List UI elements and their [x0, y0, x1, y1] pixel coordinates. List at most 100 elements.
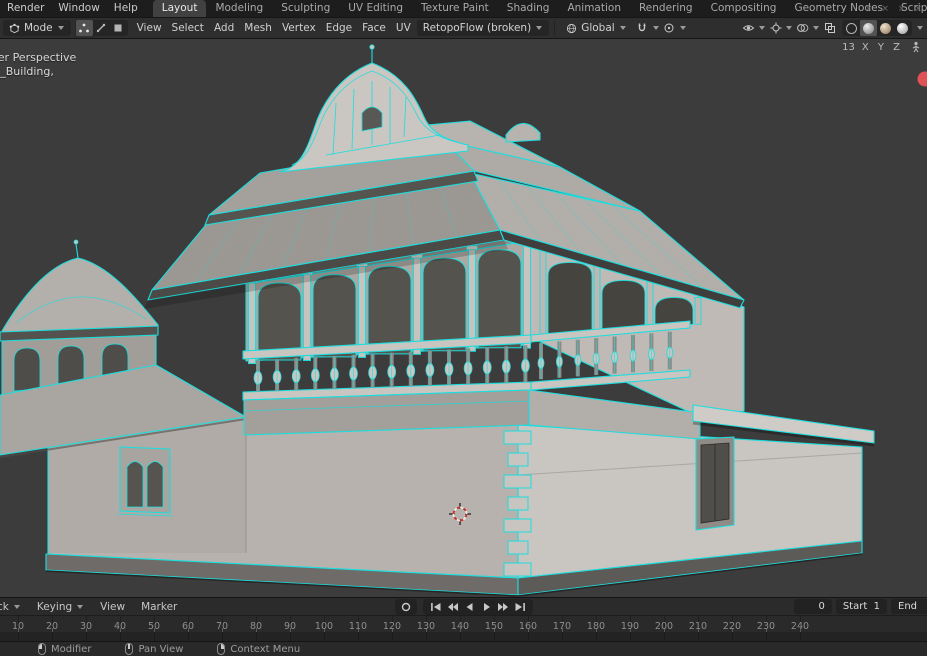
timeline-menu-marker[interactable]: Marker: [133, 601, 185, 613]
frame-number: 200: [655, 621, 673, 632]
retopoflow-label: RetopoFlow (broken): [423, 22, 531, 34]
next-keyframe-button[interactable]: [495, 600, 512, 614]
header-menu-face[interactable]: Face: [357, 22, 391, 34]
workspace-tab-texture-paint[interactable]: Texture Paint: [412, 0, 498, 17]
frame-number: 240: [791, 621, 809, 632]
topbar-right-icons: × × × ×: [865, 0, 922, 17]
topbar: RenderWindowHelp LayoutModelingSculpting…: [0, 0, 927, 17]
mode-dropdown[interactable]: Mode: [3, 20, 71, 36]
snap-dropdown[interactable]: [653, 26, 659, 30]
edge-select-button[interactable]: [93, 20, 110, 36]
previous-keyframe-button[interactable]: [444, 600, 461, 614]
timeline-menu-playback[interactable]: Playback: [0, 601, 29, 613]
current-frame-field[interactable]: 0: [794, 599, 832, 614]
topbar-icon[interactable]: ×: [881, 4, 889, 14]
jump-to-start-icon: [428, 600, 443, 614]
header-menu-uv[interactable]: UV: [391, 22, 416, 34]
frame-number: 150: [485, 621, 503, 632]
header-menu-view[interactable]: View: [132, 22, 167, 34]
show-overlays-button[interactable]: [794, 20, 811, 36]
face-select-button[interactable]: [110, 20, 127, 36]
door: [696, 437, 734, 530]
eye-icon: [742, 22, 755, 34]
start-frame-field[interactable]: Start 1: [836, 599, 887, 614]
orientation-label: Global: [581, 22, 615, 34]
header-menu-add[interactable]: Add: [209, 22, 239, 34]
end-label: End: [898, 601, 917, 612]
workspace-tab-sculpting[interactable]: Sculpting: [272, 0, 339, 17]
header-menu-mesh[interactable]: Mesh: [239, 22, 277, 34]
header-menu-edge[interactable]: Edge: [321, 22, 357, 34]
solid-shading-icon: [863, 23, 874, 34]
workspace-tab-compositing[interactable]: Compositing: [702, 0, 786, 17]
viewport-header: Mode ViewSelectAddMeshVertexEdgeFaceUV R…: [0, 17, 927, 39]
wireframe-shading-button[interactable]: [843, 20, 860, 36]
frame-number: 40: [114, 621, 126, 632]
frame-number: 60: [182, 621, 194, 632]
select-mode-group: [75, 20, 128, 36]
solid-shading-button[interactable]: [860, 20, 877, 36]
topbar-icon[interactable]: ×: [898, 4, 906, 14]
jump-to-start-button[interactable]: [427, 600, 444, 614]
chevron-down-icon: [77, 605, 83, 609]
status-hint-pan-view: Pan View: [125, 643, 183, 655]
toggle-xray-button[interactable]: [821, 20, 838, 36]
timeline-menu-view[interactable]: View: [92, 601, 133, 613]
auto-keying-button[interactable]: [395, 599, 417, 615]
transform-orientation-dropdown[interactable]: Global: [560, 20, 633, 36]
play-reverse-button[interactable]: [461, 600, 478, 614]
rendered-shading-icon: [897, 23, 908, 34]
timeline-menu-keying[interactable]: Keying: [29, 601, 92, 613]
3d-viewport[interactable]: User Perspective Main_Building, 13 X Y Z: [0, 39, 927, 597]
menu-window[interactable]: Window: [51, 0, 106, 17]
shading-dropdown[interactable]: [917, 26, 923, 30]
frame-number: 50: [148, 621, 160, 632]
workspace-tab-animation[interactable]: Animation: [558, 0, 630, 17]
workspace-tab-shading[interactable]: Shading: [498, 0, 559, 17]
visibility-dropdown[interactable]: [759, 26, 765, 30]
xray-icon: [824, 22, 836, 34]
rendered-shading-button[interactable]: [894, 20, 911, 36]
proportional-dropdown[interactable]: [680, 26, 686, 30]
vertex-select-button[interactable]: [76, 20, 93, 36]
status-label: Modifier: [51, 644, 91, 655]
retopoflow-dropdown[interactable]: RetopoFlow (broken): [417, 20, 549, 36]
magnet-icon: [636, 22, 648, 34]
jump-to-end-button[interactable]: [512, 600, 529, 614]
material-preview-button[interactable]: [877, 20, 894, 36]
overlays-dropdown[interactable]: [813, 26, 819, 30]
menu-help[interactable]: Help: [107, 0, 145, 17]
edit-mode-icon: [9, 23, 20, 34]
play-button[interactable]: [478, 600, 495, 614]
topbar-icon[interactable]: ×: [865, 4, 873, 14]
menu-render[interactable]: Render: [0, 0, 51, 17]
frame-number: 20: [46, 621, 58, 632]
timeline-menus: PlaybackKeyingViewMarker: [0, 601, 185, 613]
vertex-select-icon: [78, 22, 90, 34]
frame-number: 220: [723, 621, 741, 632]
axis-gizmo-x-ball[interactable]: [918, 72, 927, 87]
workspace-tab-rendering[interactable]: Rendering: [630, 0, 702, 17]
show-gizmo-button[interactable]: [767, 20, 784, 36]
end-frame-field[interactable]: End: [891, 599, 927, 614]
chevron-down-icon: [14, 605, 20, 609]
workspace-tab-layout[interactable]: Layout: [153, 0, 207, 17]
workspace-tab-modeling[interactable]: Modeling: [206, 0, 272, 17]
topbar-icon[interactable]: ×: [914, 4, 922, 14]
start-value: 1: [874, 601, 880, 612]
edge-select-icon: [95, 22, 107, 34]
gizmo-dropdown[interactable]: [786, 26, 792, 30]
frame-number: 80: [250, 621, 262, 632]
frame-number: 30: [80, 621, 92, 632]
show-visibility-button[interactable]: [740, 20, 757, 36]
material-preview-icon: [880, 23, 891, 34]
workspace-tab-uv-editing[interactable]: UV Editing: [339, 0, 412, 17]
snap-toggle-button[interactable]: [634, 20, 651, 36]
header-menu-vertex[interactable]: Vertex: [277, 22, 321, 34]
proportional-editing-button[interactable]: [661, 20, 678, 36]
viewport-corner-overlay: 13 X Y Z: [842, 41, 922, 53]
timeline-ruler[interactable]: 1020304050607080901001101201301401501601…: [0, 615, 927, 641]
header-menu-select[interactable]: Select: [167, 22, 209, 34]
frame-number: 10: [12, 621, 24, 632]
status-label: Pan View: [138, 644, 183, 655]
